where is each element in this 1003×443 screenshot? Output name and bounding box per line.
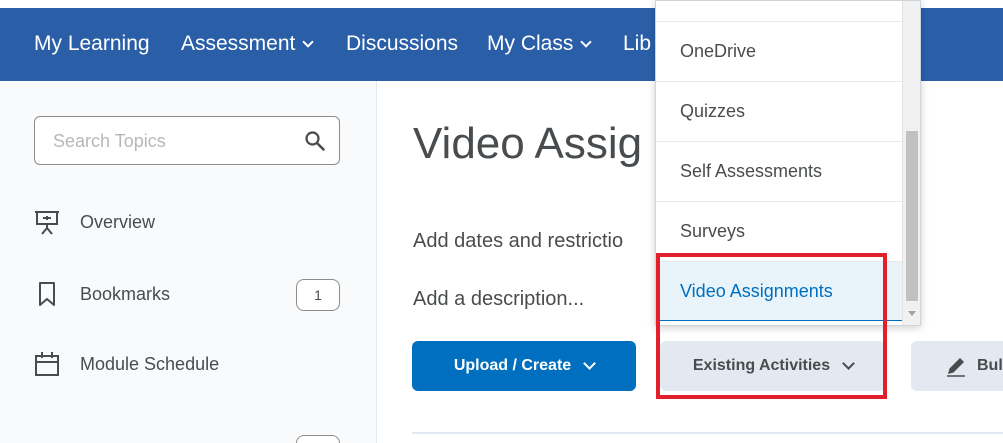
menu-item-video-assignments[interactable]: Video Assignments: [656, 261, 902, 321]
sidebar-item-bookmarks[interactable]: Bookmarks: [34, 281, 170, 307]
add-dates-link[interactable]: Add dates and restrictio: [413, 230, 623, 253]
nav-assessment[interactable]: Assessment: [181, 31, 315, 57]
upload-create-button[interactable]: Upload / Create: [412, 341, 636, 391]
divider: [412, 432, 1003, 434]
nav-discussions[interactable]: Discussions: [346, 31, 458, 57]
scroll-down-arrow-icon[interactable]: [908, 311, 916, 316]
menu-scrollbar[interactable]: [902, 1, 920, 325]
nav-my-learning[interactable]: My Learning: [34, 31, 150, 57]
nav-my-class[interactable]: My Class: [487, 31, 593, 57]
calendar-icon: [35, 352, 59, 376]
nav-label: My Class: [487, 32, 574, 55]
chevron-down-icon: [583, 357, 597, 370]
menu-item-quizzes[interactable]: Quizzes: [656, 81, 902, 141]
chevron-down-icon: [580, 35, 593, 48]
search-input[interactable]: Search Topics: [34, 116, 340, 165]
nav-label: Discussions: [346, 32, 459, 55]
menu-item-self-assessments[interactable]: Self Assessments: [656, 141, 902, 201]
chevron-down-icon: [302, 35, 315, 48]
sidebar-item-module-schedule[interactable]: Module Schedule: [34, 351, 219, 377]
nav-label: My Learning: [34, 32, 150, 55]
menu-item-onedrive[interactable]: OneDrive: [656, 21, 902, 81]
bookmark-icon: [39, 282, 55, 306]
page-title: Video Assig: [413, 119, 643, 168]
search-icon[interactable]: [304, 130, 326, 152]
sidebar-item-overview[interactable]: Overview: [34, 209, 155, 235]
existing-activities-menu: OneDrive Quizzes Self Assessments Survey…: [655, 0, 921, 326]
sidebar-item-label: Module Schedule: [80, 353, 220, 374]
nav-library[interactable]: Lib: [623, 31, 651, 57]
add-description-link[interactable]: Add a description...: [413, 288, 584, 311]
button-label: Bul: [977, 357, 1003, 374]
bulk-edit-button[interactable]: Bul: [911, 341, 1003, 391]
nav-label: Assessment: [181, 32, 296, 55]
button-label: Upload / Create: [453, 357, 572, 374]
existing-activities-button[interactable]: Existing Activities: [660, 341, 886, 391]
pencil-icon: [947, 358, 965, 377]
count-badge: [296, 435, 340, 443]
bookmark-count-badge: 1: [296, 279, 340, 311]
button-label: Existing Activities: [692, 357, 831, 374]
sidebar-item-label: Overview: [80, 211, 156, 232]
presentation-board-icon: [35, 211, 59, 235]
scrollbar-thumb[interactable]: [906, 131, 918, 301]
chevron-down-icon: [842, 357, 855, 370]
sidebar-item-label: Bookmarks: [80, 283, 171, 304]
menu-item-surveys[interactable]: Surveys: [656, 201, 902, 261]
nav-label: Lib: [623, 32, 652, 55]
search-placeholder: Search Topics: [53, 131, 166, 151]
